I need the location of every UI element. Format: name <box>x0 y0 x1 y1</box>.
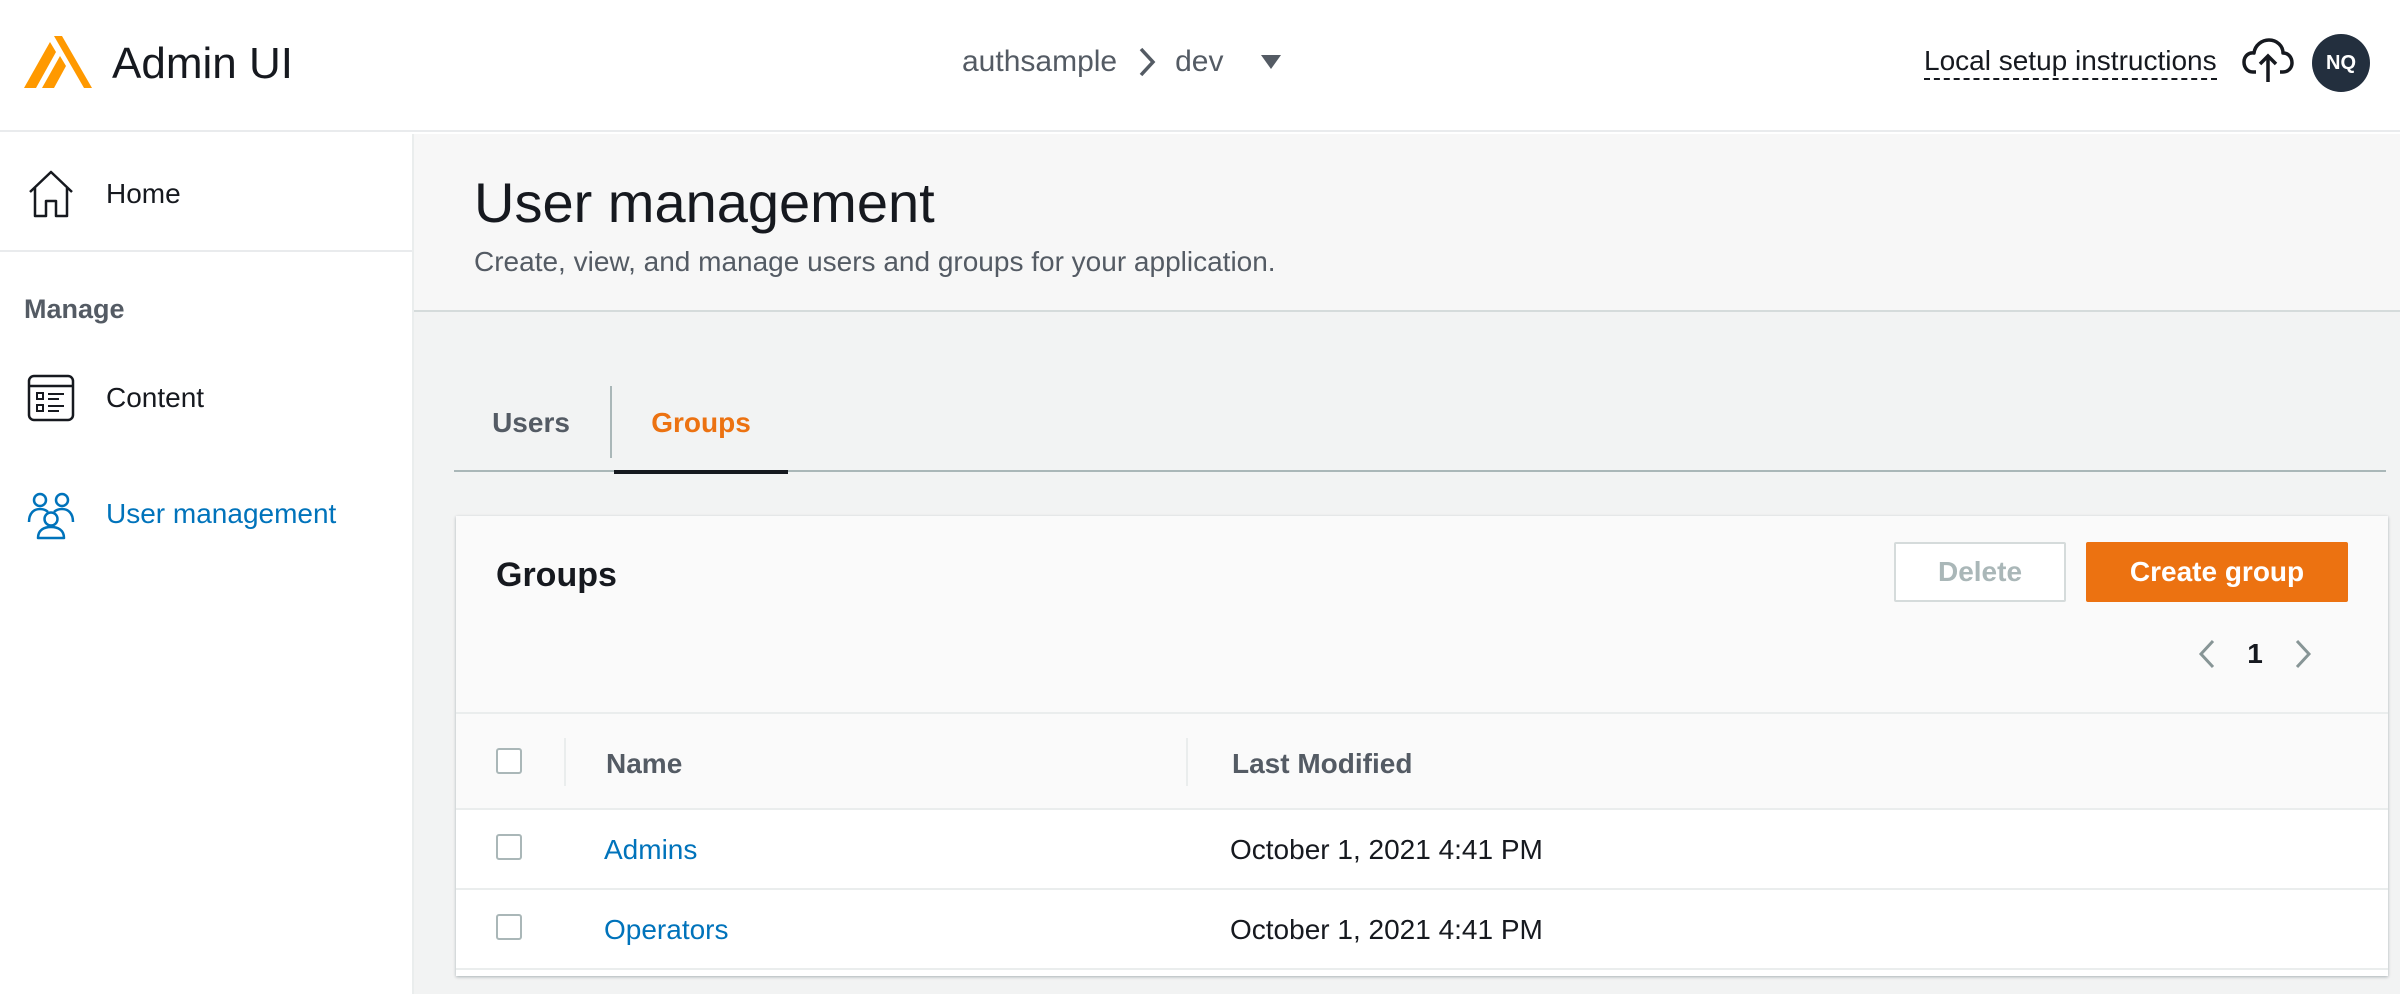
page-description: Create, view, and manage users and group… <box>474 246 1276 277</box>
last-modified-value: October 1, 2021 4:41 PM <box>1230 914 1543 945</box>
sidebar-item-content[interactable]: Content <box>0 360 412 436</box>
sidebar-divider <box>0 250 412 252</box>
page-header: User management Create, view, and manage… <box>414 134 2400 312</box>
users-icon <box>27 492 75 540</box>
group-name-link[interactable]: Admins <box>604 834 697 866</box>
sidebar: Home Manage Content User management <box>0 134 414 994</box>
delete-button[interactable]: Delete <box>1894 542 2066 602</box>
chevron-left-icon[interactable] <box>2196 637 2218 671</box>
sidebar-item-user-management[interactable]: User management <box>0 476 412 552</box>
main-content: User management Create, view, and manage… <box>414 134 2400 994</box>
table-header: Name Last Modified <box>456 714 2388 810</box>
table-row: Operators October 1, 2021 4:41 PM <box>456 890 2388 970</box>
breadcrumb: authsample dev <box>962 42 1282 82</box>
panel-header: Groups Delete Create group 1 <box>456 516 2388 714</box>
content-icon <box>27 374 75 422</box>
group-name-link[interactable]: Operators <box>604 914 729 946</box>
column-divider[interactable] <box>1186 738 1188 786</box>
sidebar-item-label: Home <box>106 178 181 209</box>
column-header-last-modified[interactable]: Last Modified <box>1232 748 1412 780</box>
breadcrumb-env[interactable]: dev <box>1175 45 1223 79</box>
table-row: Admins October 1, 2021 4:41 PM <box>456 810 2388 890</box>
select-all-checkbox[interactable] <box>496 748 522 774</box>
tab-groups[interactable]: Groups <box>614 374 788 474</box>
groups-table-panel: Groups Delete Create group 1 Name Last M… <box>456 516 2388 976</box>
column-divider[interactable] <box>564 738 566 786</box>
app-title[interactable]: Admin UI <box>112 34 293 94</box>
sidebar-section-manage: Manage <box>24 294 125 324</box>
panel-title: Groups <box>496 556 617 594</box>
create-group-button[interactable]: Create group <box>2086 542 2348 602</box>
top-bar: Admin UI authsample dev Local setup inst… <box>0 0 2400 132</box>
page-title: User management <box>474 171 935 234</box>
last-modified-value: October 1, 2021 4:41 PM <box>1230 834 1543 865</box>
pagination: 1 <box>2196 632 2314 676</box>
tab-bar: Users Groups <box>454 374 2386 474</box>
sidebar-item-label: User management <box>106 498 337 529</box>
row-checkbox[interactable] <box>496 834 522 860</box>
sidebar-item-label: Content <box>106 382 205 413</box>
sidebar-item-home[interactable]: Home <box>0 156 412 232</box>
row-checkbox[interactable] <box>496 914 522 940</box>
chevron-right-icon <box>1139 47 1156 77</box>
chevron-right-icon[interactable] <box>2292 637 2314 671</box>
caret-down-icon[interactable] <box>1261 55 1282 69</box>
tab-users[interactable]: Users <box>454 374 608 472</box>
local-setup-link[interactable]: Local setup instructions <box>1924 44 2217 80</box>
cloud-upload-icon[interactable] <box>2242 36 2294 84</box>
amplify-logo-icon[interactable] <box>24 36 92 88</box>
user-avatar[interactable]: NQ <box>2312 34 2370 92</box>
column-header-name[interactable]: Name <box>606 748 682 780</box>
home-icon <box>29 170 73 218</box>
page-number[interactable]: 1 <box>2218 638 2292 670</box>
breadcrumb-app[interactable]: authsample <box>962 45 1117 79</box>
tab-separator <box>610 386 612 458</box>
